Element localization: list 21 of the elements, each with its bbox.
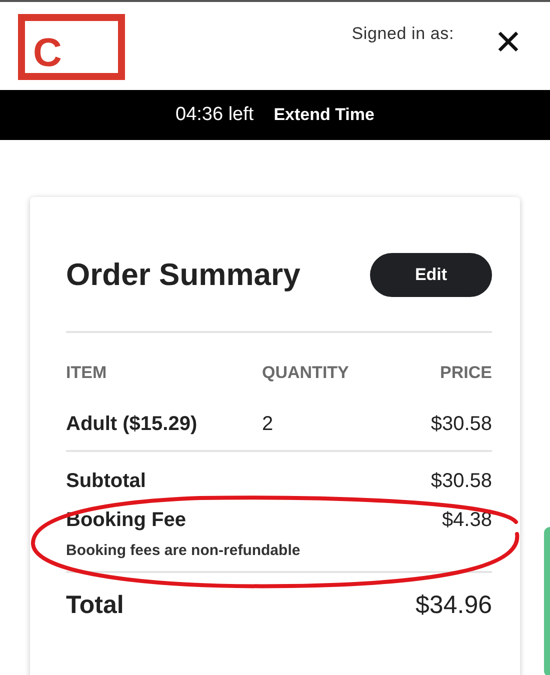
signed-in-label: Signed in as: xyxy=(352,24,454,44)
subtotal-label: Subtotal xyxy=(66,470,146,493)
edit-button[interactable]: Edit xyxy=(370,253,492,297)
logo[interactable]: C xyxy=(18,14,125,80)
extend-time-link[interactable]: Extend Time xyxy=(274,105,374,125)
column-header: PRICE xyxy=(440,363,492,383)
refund-note: Booking fees are non-refundable xyxy=(66,542,302,559)
total-amount: $34.96 xyxy=(416,591,492,620)
column-header: ITEM xyxy=(66,363,108,383)
item-price: $30.58 xyxy=(430,413,492,436)
booking-fee-amount: $4.38 xyxy=(442,509,492,532)
time-left: 04:36 left xyxy=(176,104,254,126)
booking-fee-label: Booking Fee xyxy=(66,509,186,532)
subtotal-amount: $30.58 xyxy=(430,470,492,493)
total-label: Total xyxy=(66,591,124,620)
column-header: QUANTITY xyxy=(262,363,350,383)
logo-letter: C xyxy=(33,33,62,73)
item-quantity: 2 xyxy=(262,413,274,436)
close-button[interactable]: ✕ xyxy=(494,26,522,60)
order-summary-title: Order Summary xyxy=(66,257,300,293)
item-name: Adult ($15.29) xyxy=(66,413,198,436)
